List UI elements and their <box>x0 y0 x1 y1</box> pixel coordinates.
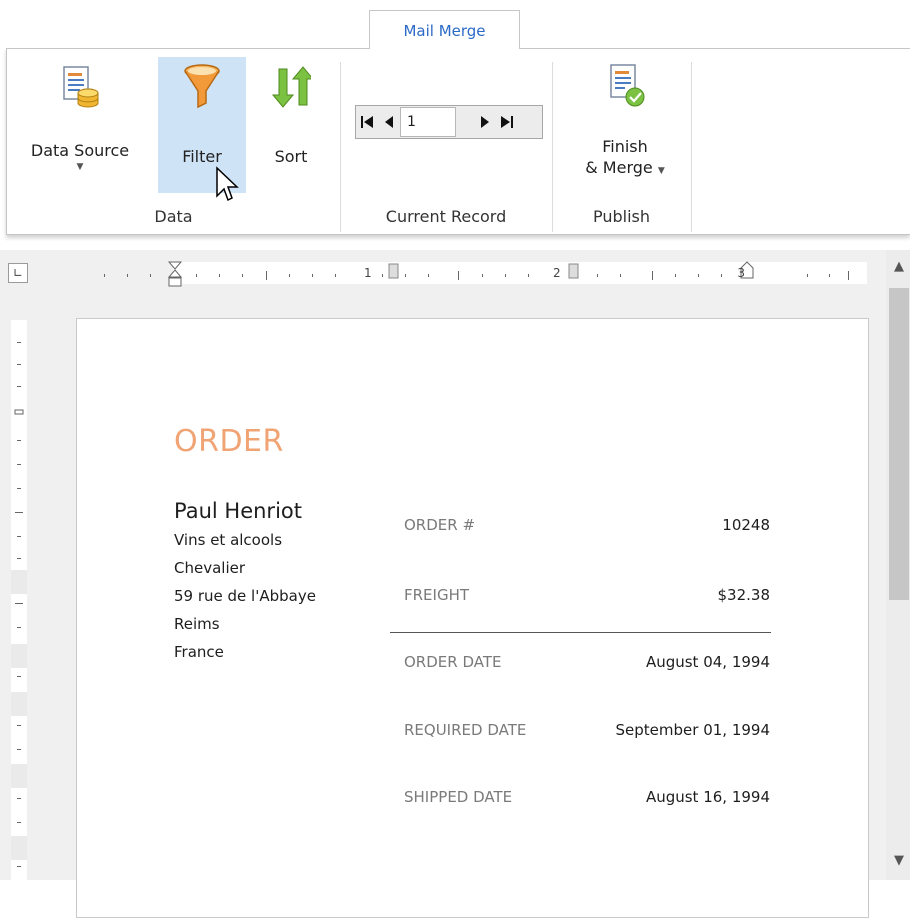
chevron-down-icon: ▼ <box>657 166 665 176</box>
mouse-cursor-icon <box>216 166 239 202</box>
order-divider <box>390 632 771 633</box>
data-source-icon <box>63 66 99 108</box>
finish-label-line1: Finish <box>602 137 648 156</box>
ribbon-panel: Data Source ▼ Filter Sort 1 Finish & Mer… <box>6 48 910 235</box>
previous-record-button[interactable] <box>378 106 400 138</box>
previous-record-icon <box>385 116 393 128</box>
order-field-label: ORDER DATE <box>404 653 502 671</box>
address-line: 59 rue de l'Abbaye <box>174 587 316 605</box>
customer-name: Paul Henriot <box>174 499 302 523</box>
group-label-data: Data <box>154 207 193 226</box>
horizontal-ruler: 1 2 3 <box>77 258 871 288</box>
first-record-icon <box>361 116 373 128</box>
finish-merge-button[interactable]: Finish & Merge ▼ <box>559 57 691 193</box>
order-field-label: ORDER # <box>404 516 476 534</box>
order-field-label: REQUIRED DATE <box>404 721 527 739</box>
last-record-button[interactable] <box>496 106 518 138</box>
scrollbar-thumb[interactable] <box>889 288 909 600</box>
address-line: Reims <box>174 615 220 633</box>
address-line: France <box>174 643 224 661</box>
scroll-down-icon[interactable]: ▼ <box>890 852 908 870</box>
first-record-button[interactable] <box>356 106 378 138</box>
sort-icon <box>271 66 315 108</box>
ruler-mark-1: 1 <box>364 266 372 280</box>
last-record-icon <box>501 116 513 128</box>
finish-label-text: & Merge <box>585 158 653 177</box>
address-line: Chevalier <box>174 559 246 577</box>
ruler-mark-2: 2 <box>553 266 561 280</box>
group-separator <box>691 62 692 232</box>
group-label-publish: Publish <box>592 207 651 226</box>
order-field-value: $32.38 <box>717 586 771 604</box>
sort-button[interactable]: Sort <box>255 57 327 193</box>
order-field-value: 10248 <box>722 516 770 534</box>
order-field-value: August 04, 1994 <box>645 653 770 671</box>
record-navigator: 1 <box>355 105 543 139</box>
tab-mail-merge[interactable]: Mail Merge <box>369 10 520 49</box>
order-field-label: FREIGHT <box>404 586 470 604</box>
document-page[interactable]: ORDER Paul Henriot Vins et alcools Cheva… <box>76 318 869 918</box>
next-record-button[interactable] <box>474 106 496 138</box>
scroll-up-icon[interactable]: ▲ <box>890 258 908 276</box>
document-title: ORDER <box>174 424 284 459</box>
group-label-current-record: Current Record <box>385 207 507 226</box>
data-source-label: Data Source <box>30 141 130 160</box>
sort-label: Sort <box>274 147 308 166</box>
vertical-ruler <box>8 320 30 880</box>
address-line: Vins et alcools <box>174 531 283 549</box>
order-field-value: August 16, 1994 <box>645 788 770 806</box>
chevron-down-icon: ▼ <box>76 162 84 172</box>
ruler-mark-3: 3 <box>737 266 745 280</box>
finish-merge-icon <box>610 64 645 107</box>
current-record-input[interactable]: 1 <box>400 107 456 137</box>
data-source-button[interactable]: Data Source ▼ <box>17 57 143 193</box>
next-record-icon <box>481 116 489 128</box>
document-area: ∟ 1 2 3 ORDER Paul Henriot Vins et alcoo… <box>0 250 910 918</box>
order-field-label: SHIPPED DATE <box>404 788 513 806</box>
filter-funnel-icon <box>184 64 220 109</box>
order-field-value: September 01, 1994 <box>615 721 770 739</box>
finish-label-line2: & Merge ▼ <box>559 158 691 177</box>
vertical-scrollbar[interactable]: ▲ ▼ <box>886 250 910 880</box>
filter-label: Filter <box>182 147 222 166</box>
tab-stop-selector[interactable]: ∟ <box>8 263 28 283</box>
